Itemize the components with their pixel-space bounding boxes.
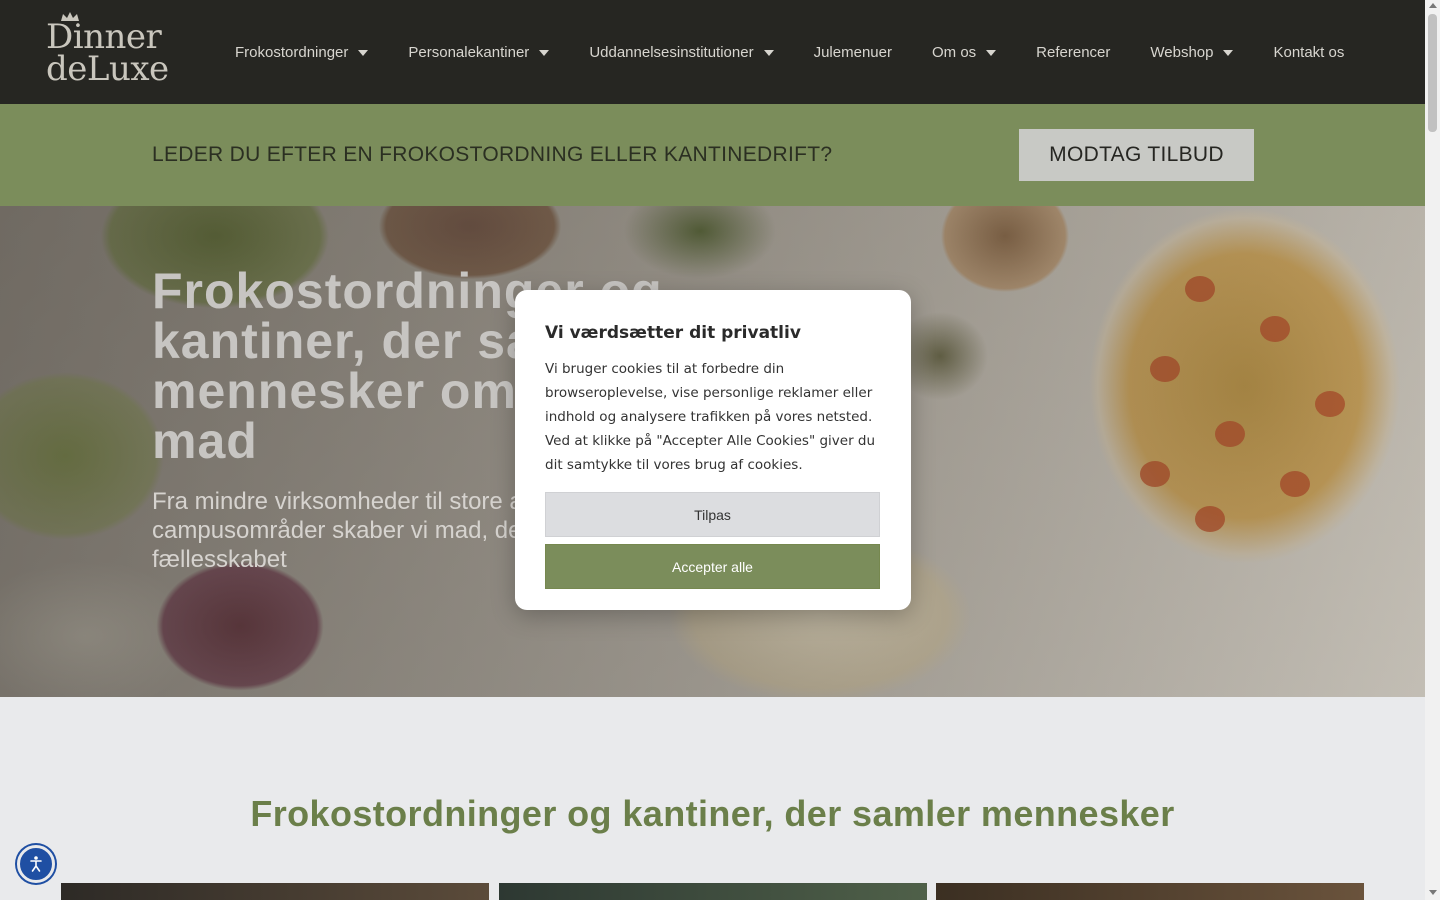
chevron-down-icon xyxy=(1223,50,1234,56)
nav-item-uddannelsesinstitutioner[interactable]: Uddannelsesinstitutioner xyxy=(589,43,774,61)
nav-item-label: Frokostordninger xyxy=(235,43,349,61)
nav-item-webshop[interactable]: Webshop xyxy=(1150,43,1234,61)
chevron-down-icon xyxy=(358,50,369,56)
logo[interactable]: Dinner deLuxe xyxy=(46,12,171,90)
accessibility-icon xyxy=(30,856,42,872)
card-image[interactable] xyxy=(61,883,489,900)
chevron-down-icon xyxy=(763,50,774,56)
nav-item-label: Julemenuer xyxy=(813,43,892,61)
nav-item-label: Webshop xyxy=(1150,43,1214,61)
cookie-dialog-title: Vi værdsætter dit privatliv xyxy=(545,323,801,343)
nav-item-kontakt-os[interactable]: Kontakt os xyxy=(1273,44,1344,61)
nav-item-personalekantiner[interactable]: Personalekantiner xyxy=(408,43,550,61)
nav-item-referencer[interactable]: Referencer xyxy=(1036,44,1110,61)
card-image[interactable] xyxy=(499,883,927,900)
chevron-down-icon xyxy=(986,50,997,56)
accept-all-button[interactable]: Accepter alle xyxy=(545,544,880,589)
scroll-up-arrow-icon[interactable] xyxy=(1429,3,1437,8)
scrollbar-thumb[interactable] xyxy=(1428,14,1437,132)
nav-item-frokostordninger[interactable]: Frokostordninger xyxy=(235,43,369,61)
chevron-down-icon xyxy=(539,50,550,56)
nav-item-julemenuer[interactable]: Julemenuer xyxy=(814,44,892,61)
nav-item-label: Referencer xyxy=(1036,43,1111,61)
site-header: Dinner deLuxe Frokostordninger Personale… xyxy=(0,0,1425,104)
main-nav: Frokostordninger Personalekantiner Uddan… xyxy=(235,0,1384,104)
customize-button[interactable]: Tilpas xyxy=(545,492,880,537)
scroll-down-arrow-icon[interactable] xyxy=(1429,890,1437,895)
nav-item-label: Personalekantiner xyxy=(408,43,530,61)
nav-item-om-os[interactable]: Om os xyxy=(931,43,997,61)
nav-item-label: Uddannelsesinstitutioner xyxy=(589,43,754,61)
logo-line2: deLuxe xyxy=(46,49,169,89)
scrollbar[interactable] xyxy=(1425,0,1440,900)
card-image[interactable] xyxy=(936,883,1364,900)
nav-item-label: Om os xyxy=(931,43,977,61)
get-offer-button[interactable]: MODTAG TILBUD xyxy=(1019,129,1254,181)
banner-text: LEDER DU EFTER EN FROKOSTORDNING ELLER K… xyxy=(152,143,833,166)
section-title: Frokostordninger og kantiner, der samler… xyxy=(250,793,1175,834)
cookie-dialog-body: Vi bruger cookies til at forbedre din br… xyxy=(545,361,876,473)
nav-item-label: Kontakt os xyxy=(1273,43,1345,61)
cookie-consent-dialog: Vi værdsætter dit privatliv Vi bruger co… xyxy=(515,290,911,610)
accessibility-button[interactable] xyxy=(17,845,55,883)
